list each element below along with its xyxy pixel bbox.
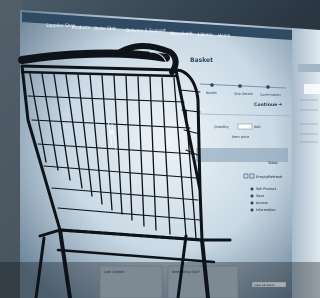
second-window-header xyxy=(298,64,320,72)
quantity-label: Quantity xyxy=(214,125,229,129)
add-button[interactable]: Add xyxy=(254,125,261,129)
page-title: Basket xyxy=(190,57,213,64)
arrow-right-icon: ➜ xyxy=(278,102,282,108)
bullet-icon xyxy=(250,194,254,198)
step-ship: Ship Details xyxy=(234,92,253,96)
side-link[interactable]: Save xyxy=(256,194,264,198)
refresh-button[interactable]: Refresh xyxy=(268,174,283,179)
second-window xyxy=(292,28,320,298)
nav-tab-5[interactable]: Warenkorb xyxy=(170,31,193,36)
left-wall xyxy=(0,0,22,298)
side-link[interactable]: Access xyxy=(256,201,268,205)
bullet-icon xyxy=(250,201,254,205)
nav-tab-7[interactable]: Home xyxy=(218,33,231,38)
vignette xyxy=(0,262,320,298)
totals-label: Totals xyxy=(267,161,278,165)
continue-link[interactable]: Continue xyxy=(254,102,277,108)
photo-canvas: Supplies Shop Products Order Stat Delive… xyxy=(0,0,320,298)
nav-tab-3[interactable]: Order Stat xyxy=(94,26,116,31)
side-link[interactable]: Information xyxy=(256,208,276,212)
step-confirm: Confirmation xyxy=(260,93,281,97)
nav-tab-6[interactable]: Library xyxy=(198,32,213,37)
bullet-icon xyxy=(250,208,254,212)
cart-actions: Empty Refresh xyxy=(243,173,283,179)
item-price-label: Item price xyxy=(232,135,249,139)
photo-scene: Supplies Shop Products Order Stat Delive… xyxy=(0,0,320,298)
bullet-icon xyxy=(250,187,254,191)
second-window-panel xyxy=(304,84,320,94)
step-basket: Basket xyxy=(206,91,217,95)
side-link[interactable]: Sell Product xyxy=(256,187,277,191)
quantity-input[interactable] xyxy=(237,123,253,130)
nav-tab-2[interactable]: Products xyxy=(72,25,90,30)
table-header xyxy=(196,148,288,162)
nav-tab-4[interactable]: Delivery & Support xyxy=(126,28,166,33)
